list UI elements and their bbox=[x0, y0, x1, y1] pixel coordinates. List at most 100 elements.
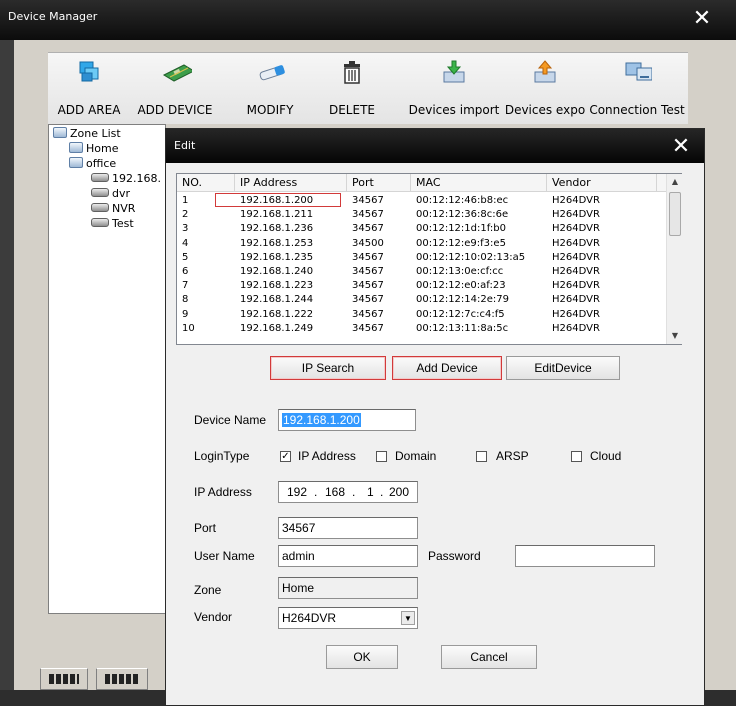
tree-node-test[interactable]: Test bbox=[91, 217, 134, 231]
delete-button[interactable]: DELETE bbox=[318, 53, 386, 125]
table-row[interactable]: 4 192.168.1.253 34500 00:12:12:e9:f3:e5 H264… bbox=[177, 238, 667, 249]
user-name-field[interactable]: admin bbox=[278, 545, 418, 567]
table-row[interactable]: 8 192.168.1.244 34567 00:12:12:14:2e:79 H264… bbox=[177, 294, 667, 305]
edit-dialog-close-button[interactable]: ✕ bbox=[666, 134, 696, 160]
device-name-field[interactable]: 192.168.1.200 bbox=[278, 409, 416, 431]
table-row[interactable]: 9 192.168.1.222 34567 00:12:12:7c:c4:f5 H264… bbox=[177, 309, 667, 320]
edit-dialog-titlebar bbox=[166, 129, 704, 163]
cell-mac: 00:12:12:e0:af:23 bbox=[416, 280, 506, 292]
vendor-label: Vendor bbox=[194, 610, 233, 624]
grid-icon bbox=[105, 674, 139, 684]
connection-test-button[interactable]: Connection Test bbox=[586, 53, 688, 125]
zone-field: Home bbox=[278, 577, 418, 599]
password-label: Password bbox=[428, 549, 481, 563]
device-list: NO. IP Address Port MAC Vendor 1 192.168.… bbox=[176, 173, 682, 345]
list-header: NO. IP Address Port MAC Vendor bbox=[177, 174, 667, 192]
add-area-button[interactable]: ADD AREA bbox=[48, 53, 130, 125]
ip-address-label: IP Address bbox=[194, 485, 252, 499]
tree-node-device[interactable]: 192.168. bbox=[91, 172, 161, 186]
cell-no: 7 bbox=[182, 280, 189, 292]
add-device-button[interactable]: Add Device bbox=[392, 356, 502, 380]
device-name-label: Device Name bbox=[194, 413, 267, 427]
table-row[interactable]: 7 192.168.1.223 34567 00:12:12:e0:af:23 H264… bbox=[177, 280, 667, 291]
devices-import-button[interactable]: Devices import bbox=[404, 53, 504, 125]
modify-label: MODIFY bbox=[246, 103, 294, 117]
tree-root-zone-list[interactable]: Zone List bbox=[53, 127, 121, 141]
list-scrollbar[interactable]: ▲ ▼ bbox=[666, 174, 682, 344]
selected-ip-highlight bbox=[215, 193, 341, 207]
add-area-label: ADD AREA bbox=[57, 103, 121, 117]
scroll-thumb[interactable] bbox=[669, 192, 681, 236]
view-tab-grid-2[interactable] bbox=[40, 668, 88, 690]
ip-octet-3: 1 bbox=[367, 485, 374, 499]
login-type-domain-checkbox[interactable] bbox=[376, 451, 387, 462]
tree-node-nvr[interactable]: NVR bbox=[91, 202, 135, 216]
vendor-select[interactable]: H264DVR ▼ bbox=[278, 607, 418, 629]
import-icon bbox=[443, 60, 465, 83]
cell-no: 5 bbox=[182, 251, 189, 263]
grid-icon bbox=[49, 674, 79, 684]
scroll-up-icon[interactable]: ▲ bbox=[667, 174, 683, 190]
device-icon bbox=[91, 218, 109, 227]
cell-ip: 192.168.1.211 bbox=[240, 209, 314, 221]
device-icon bbox=[91, 173, 109, 182]
cell-no: 2 bbox=[182, 209, 189, 221]
tree-node-home[interactable]: Home bbox=[69, 142, 118, 156]
add-device-button[interactable]: ADD DEVICE bbox=[132, 53, 218, 125]
cancel-button[interactable]: Cancel bbox=[441, 645, 537, 669]
chevron-down-icon[interactable]: ▼ bbox=[401, 611, 415, 625]
toolbar: ADD AREA ADD DEVICE MODIFY DELETE Device… bbox=[48, 52, 688, 124]
column-header-ip[interactable]: IP Address bbox=[235, 174, 347, 192]
ok-button[interactable]: OK bbox=[326, 645, 398, 669]
modify-button[interactable]: MODIFY bbox=[232, 53, 308, 125]
tree-node-dvr[interactable]: dvr bbox=[91, 187, 130, 201]
device-icon bbox=[91, 188, 109, 197]
zone-label: Zone bbox=[194, 583, 222, 597]
cell-no: 3 bbox=[182, 223, 189, 235]
login-type-arsp-checkbox[interactable] bbox=[476, 451, 487, 462]
ip-dot: . bbox=[314, 485, 318, 499]
login-type-cloud-checkbox[interactable] bbox=[571, 451, 582, 462]
login-type-ip-checkbox[interactable]: ✓ bbox=[280, 451, 291, 462]
zone-tree: Zone List Home office 192.168. dvr NVR T… bbox=[48, 124, 166, 614]
vendor-select-value: H264DVR bbox=[282, 611, 337, 625]
scroll-down-icon[interactable]: ▼ bbox=[667, 328, 683, 344]
tree-node-label: office bbox=[86, 157, 117, 170]
trash-icon bbox=[344, 61, 360, 84]
port-field[interactable]: 34567 bbox=[278, 517, 418, 539]
main-window-titlebar bbox=[0, 0, 736, 40]
devices-export-button[interactable]: Devices expo bbox=[504, 53, 586, 125]
ip-dot: . bbox=[352, 485, 356, 499]
column-header-vendor[interactable]: Vendor bbox=[547, 174, 657, 192]
window-left-edge bbox=[0, 40, 14, 706]
cell-vendor: H264DVR bbox=[552, 266, 600, 277]
edit-device-button[interactable]: EditDevice bbox=[506, 356, 620, 380]
column-header-mac[interactable]: MAC bbox=[411, 174, 547, 192]
password-field[interactable] bbox=[515, 545, 655, 567]
cell-no: 6 bbox=[182, 266, 189, 277]
cell-ip: 192.168.1.240 bbox=[240, 266, 314, 277]
modify-icon bbox=[259, 65, 285, 81]
view-tab-grid-4[interactable] bbox=[96, 668, 148, 690]
cell-vendor: H264DVR bbox=[552, 280, 600, 292]
ip-search-button[interactable]: IP Search bbox=[270, 356, 386, 380]
table-row[interactable]: 5 192.168.1.235 34567 00:12:12:10:02:13:a5 H… bbox=[177, 252, 667, 263]
column-header-no[interactable]: NO. bbox=[177, 174, 235, 192]
cell-port: 34500 bbox=[352, 237, 384, 249]
main-window-close-button[interactable]: ✕ bbox=[688, 6, 716, 32]
table-row[interactable]: 3 192.168.1.236 34567 00:12:12:1d:1f:b0 H264… bbox=[177, 223, 667, 234]
table-row[interactable]: 10 192.168.1.249 34567 00:12:13:11:8a:5c H26… bbox=[177, 323, 667, 334]
tree-node-office[interactable]: office bbox=[69, 157, 116, 171]
table-row[interactable]: 2 192.168.1.211 34567 00:12:12:36:8c:6e H264… bbox=[177, 209, 667, 220]
column-header-port[interactable]: Port bbox=[347, 174, 411, 192]
folder-icon bbox=[69, 142, 83, 153]
cell-ip: 192.168.1.253 bbox=[240, 237, 314, 249]
cell-port: 34567 bbox=[352, 280, 384, 292]
ip-address-field[interactable]: 192 . 168 . 1 . 200 bbox=[278, 481, 418, 503]
cell-vendor: H264DVR bbox=[552, 308, 600, 320]
devices-import-label: Devices import bbox=[408, 103, 500, 117]
cell-vendor: H264DVR bbox=[552, 195, 600, 206]
folder-icon bbox=[53, 127, 67, 138]
table-row[interactable]: 6 192.168.1.240 34567 00:12:13:0e:cf:cc H264… bbox=[177, 266, 667, 277]
cell-ip: 192.168.1.236 bbox=[240, 223, 314, 235]
